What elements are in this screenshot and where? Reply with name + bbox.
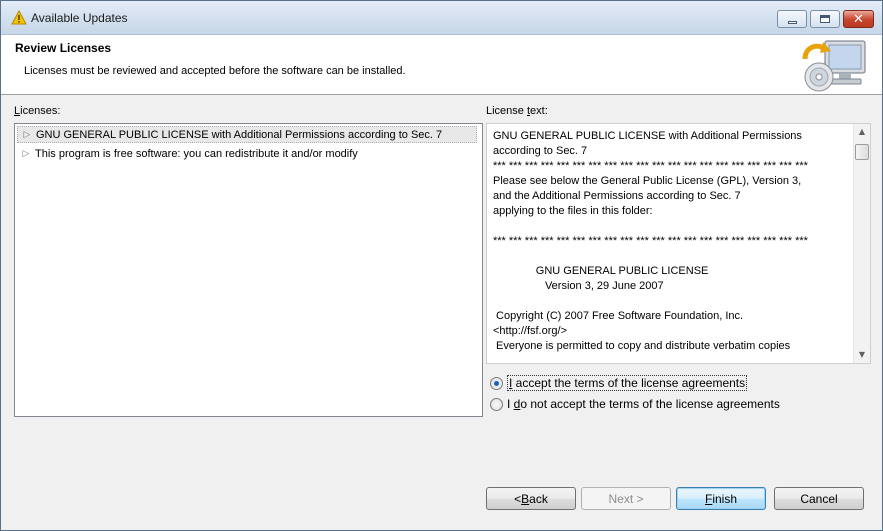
expand-arrow-icon[interactable]: ▷	[18, 130, 36, 140]
cancel-label: Cancel	[800, 491, 838, 506]
page-title: Review Licenses	[15, 41, 112, 55]
next-label: Next >	[608, 491, 644, 506]
license-text-line	[493, 294, 848, 309]
finish-button[interactable]: Finish	[676, 487, 766, 510]
accept-text: accept the terms of the license agreemen…	[512, 376, 746, 390]
scroll-thumb[interactable]	[855, 144, 869, 160]
decline-text: o not accept the terms of the license ag…	[520, 397, 780, 411]
minimize-button[interactable]	[777, 10, 807, 28]
cancel-button[interactable]: Cancel	[774, 487, 864, 510]
license-text-area[interactable]: GNU GENERAL PUBLIC LICENSE with Addition…	[486, 123, 871, 364]
available-updates-dialog: Available Updates ✕ Review Licenses Lice…	[0, 0, 883, 531]
page-description: Licenses must be reviewed and accepted b…	[24, 65, 406, 77]
finish-mnemonic: F	[704, 491, 713, 506]
accept-radio-option[interactable]: I accept the terms of the license agreem…	[490, 375, 748, 391]
license-text-line: applying to the files in this folder:	[493, 205, 653, 217]
license-text-line: *** *** *** *** *** *** *** *** *** *** …	[493, 160, 808, 172]
back-mnemonic: B	[521, 491, 530, 506]
wizard-header: Review Licenses Licenses must be reviewe…	[1, 35, 882, 95]
license-text-label: License text:	[486, 105, 548, 117]
license-text-scrollbar[interactable]: ▲ ▼	[853, 124, 870, 363]
back-label-pre: <	[514, 491, 522, 506]
scroll-up-icon[interactable]: ▲	[854, 124, 870, 140]
maximize-icon	[820, 15, 830, 23]
license-text-line: and the Additional Permissions according…	[493, 190, 741, 202]
window-title: Available Updates	[31, 11, 128, 25]
back-label-rest: ack	[529, 491, 548, 506]
next-button[interactable]: Next >	[581, 487, 671, 510]
license-text-line	[493, 249, 848, 264]
expand-arrow-icon[interactable]: ▷	[17, 149, 35, 159]
tree-item-label: GNU GENERAL PUBLIC LICENSE with Addition…	[36, 128, 443, 141]
warning-update-icon	[11, 10, 27, 25]
tree-item-label: This program is free software: you can r…	[35, 147, 358, 160]
license-text-line: GNU GENERAL PUBLIC LICENSE	[493, 265, 709, 277]
back-button[interactable]: < Back	[486, 487, 576, 510]
licenses-label-text: icenses:	[20, 105, 61, 117]
license-text-label-pre: License	[486, 105, 527, 117]
finish-label-rest: inish	[712, 491, 738, 506]
license-text-line: Everyone is permitted to copy and distri…	[493, 340, 791, 352]
maximize-button[interactable]	[810, 10, 840, 28]
license-text-line: Copyright (C) 2007 Free Software Foundat…	[493, 310, 744, 322]
license-text-line: *** *** *** *** *** *** *** *** *** *** …	[493, 235, 808, 247]
close-icon: ✕	[853, 11, 864, 27]
license-text-line: according to Sec. 7	[493, 145, 588, 157]
decline-radio-option[interactable]: I do not accept the terms of the license…	[490, 396, 780, 412]
tree-item-gpl-license[interactable]: ▷ GNU GENERAL PUBLIC LICENSE with Additi…	[17, 126, 477, 143]
decline-text-pre: I	[507, 397, 514, 411]
license-text-line	[493, 219, 848, 234]
decline-radio-label[interactable]: I do not accept the terms of the license…	[507, 397, 780, 411]
close-button[interactable]: ✕	[843, 10, 874, 28]
licenses-label: Licenses:	[14, 105, 60, 117]
title-bar[interactable]: Available Updates ✕	[1, 1, 882, 35]
license-text-label-post: ext:	[530, 105, 548, 117]
scroll-down-icon[interactable]: ▼	[854, 347, 870, 363]
license-text-line: <http://fsf.org/>	[493, 325, 567, 337]
tree-item-free-software[interactable]: ▷ This program is free software: you can…	[17, 145, 477, 162]
minimize-icon	[787, 20, 797, 24]
license-text-line: Version 3, 29 June 2007	[493, 280, 664, 292]
accept-radio-label[interactable]: I accept the terms of the license agreem…	[507, 375, 748, 391]
accept-radio[interactable]	[490, 376, 503, 390]
decline-radio[interactable]	[490, 397, 503, 411]
license-text-content: GNU GENERAL PUBLIC LICENSE with Addition…	[493, 129, 848, 361]
licenses-tree[interactable]: ▷ GNU GENERAL PUBLIC LICENSE with Additi…	[14, 123, 483, 417]
license-text-line: GNU GENERAL PUBLIC LICENSE with Addition…	[493, 130, 802, 142]
install-software-icon	[802, 40, 866, 92]
license-text-line: Please see below the General Public Lice…	[493, 175, 802, 187]
